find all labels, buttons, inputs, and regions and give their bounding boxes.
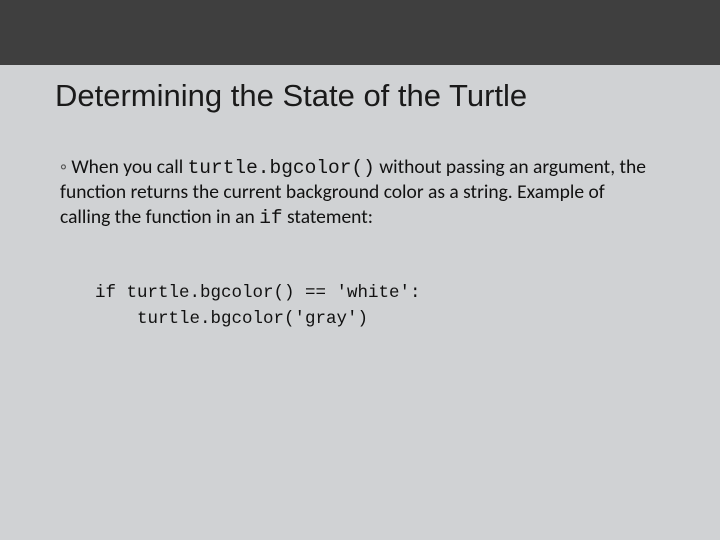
inline-code-1: turtle.bgcolor() [188, 157, 375, 179]
code-block: if turtle.bgcolor() == 'white': turtle.b… [95, 280, 421, 333]
bullet-paragraph: ◦ When you call turtle.bgcolor() without… [60, 155, 655, 230]
code-line-2: turtle.bgcolor('gray') [95, 309, 368, 329]
inline-code-2: if [259, 207, 282, 229]
bullet-text-1: When you call [71, 155, 187, 179]
code-line-1: if turtle.bgcolor() == 'white': [95, 283, 421, 303]
slide-title: Determining the State of the Turtle [55, 78, 527, 114]
bullet-text-3: statement: [283, 205, 373, 229]
bullet-marker: ◦ [60, 155, 71, 179]
title-bar [0, 0, 720, 65]
